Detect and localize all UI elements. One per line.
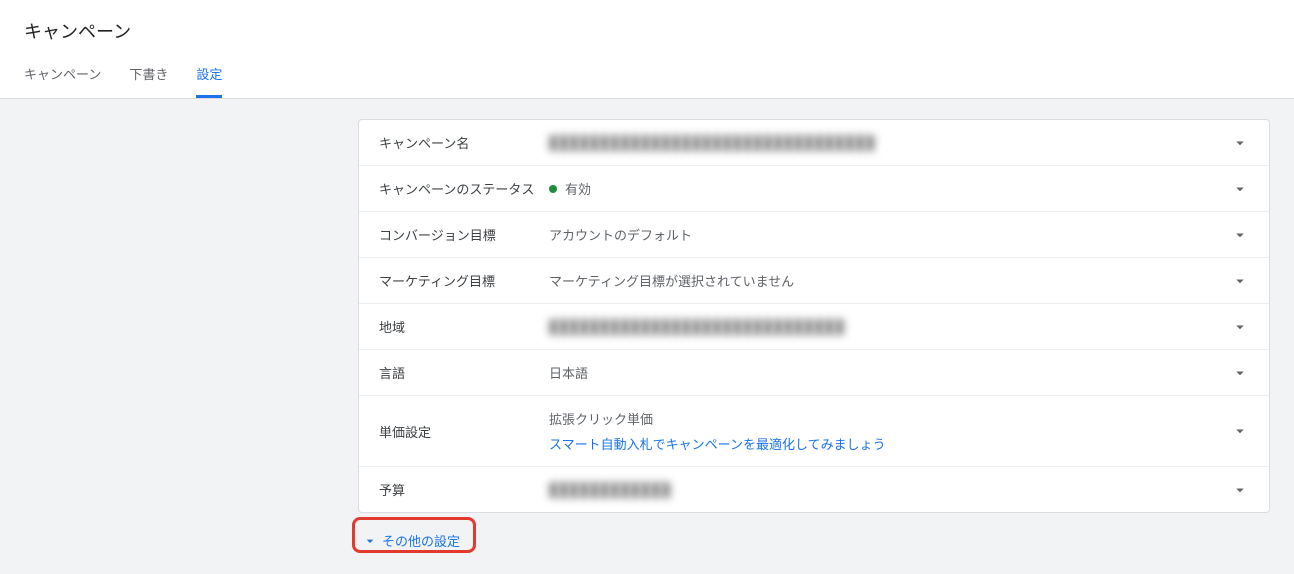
row-conversion-goal[interactable]: コンバージョン目標 アカウントのデフォルト <box>359 212 1269 258</box>
row-value: 有効 <box>549 179 1231 198</box>
chevron-down-icon <box>1231 272 1249 290</box>
page-header: キャンペーン キャンペーン 下書き 設定 <box>0 0 1294 99</box>
row-label: 地域 <box>379 317 549 336</box>
chevron-down-icon <box>1231 180 1249 198</box>
chevron-down-icon <box>1231 318 1249 336</box>
row-campaign-name[interactable]: キャンペーン名 ████████████████████████████████ <box>359 120 1269 166</box>
row-value: █████████████████████████████ <box>549 319 1231 334</box>
row-value: 日本語 <box>549 363 1231 382</box>
row-value: 拡張クリック単価 スマート自動入札でキャンペーンを最適化してみましょう <box>549 409 1231 453</box>
row-value: ████████████████████████████████ <box>549 135 1231 150</box>
row-label: マーケティング目標 <box>379 271 549 290</box>
tab-campaigns[interactable]: キャンペーン <box>24 50 101 98</box>
tab-settings[interactable]: 設定 <box>196 50 222 98</box>
status-text: 有効 <box>565 179 591 198</box>
row-value: アカウントのデフォルト <box>549 225 1231 244</box>
chevron-down-icon <box>1231 134 1249 152</box>
page-title: キャンペーン <box>0 0 1294 50</box>
row-status[interactable]: キャンペーンのステータス 有効 <box>359 166 1269 212</box>
row-label: 予算 <box>379 480 549 499</box>
row-languages[interactable]: 言語 日本語 <box>359 350 1269 396</box>
row-bidding[interactable]: 単価設定 拡張クリック単価 スマート自動入札でキャンペーンを最適化してみましょう <box>359 396 1269 467</box>
row-marketing-goal[interactable]: マーケティング目標 マーケティング目標が選択されていません <box>359 258 1269 304</box>
more-settings-toggle[interactable]: その他の設定 <box>358 527 468 554</box>
row-label: 単価設定 <box>379 422 549 441</box>
chevron-down-icon <box>362 533 378 549</box>
row-value: ████████████ <box>549 482 1231 497</box>
chevron-down-icon <box>1231 364 1249 382</box>
row-label: 言語 <box>379 363 549 382</box>
row-label: キャンペーン名 <box>379 133 549 152</box>
content-area: キャンペーン名 ████████████████████████████████… <box>0 99 1294 574</box>
tab-drafts[interactable]: 下書き <box>129 50 168 98</box>
status-dot-icon <box>549 185 557 193</box>
chevron-down-icon <box>1231 422 1249 440</box>
row-locations[interactable]: 地域 █████████████████████████████ <box>359 304 1269 350</box>
row-label: キャンペーンのステータス <box>379 179 549 198</box>
settings-card: キャンペーン名 ████████████████████████████████… <box>358 119 1270 513</box>
bidding-type: 拡張クリック単価 <box>549 409 1231 428</box>
bidding-suggestion-link[interactable]: スマート自動入札でキャンペーンを最適化してみましょう <box>549 434 1231 453</box>
row-budget[interactable]: 予算 ████████████ <box>359 467 1269 512</box>
chevron-down-icon <box>1231 481 1249 499</box>
tabs: キャンペーン 下書き 設定 <box>0 50 1294 98</box>
row-label: コンバージョン目標 <box>379 225 549 244</box>
chevron-down-icon <box>1231 226 1249 244</box>
row-value: マーケティング目標が選択されていません <box>549 271 1231 290</box>
more-settings-label: その他の設定 <box>382 531 460 550</box>
